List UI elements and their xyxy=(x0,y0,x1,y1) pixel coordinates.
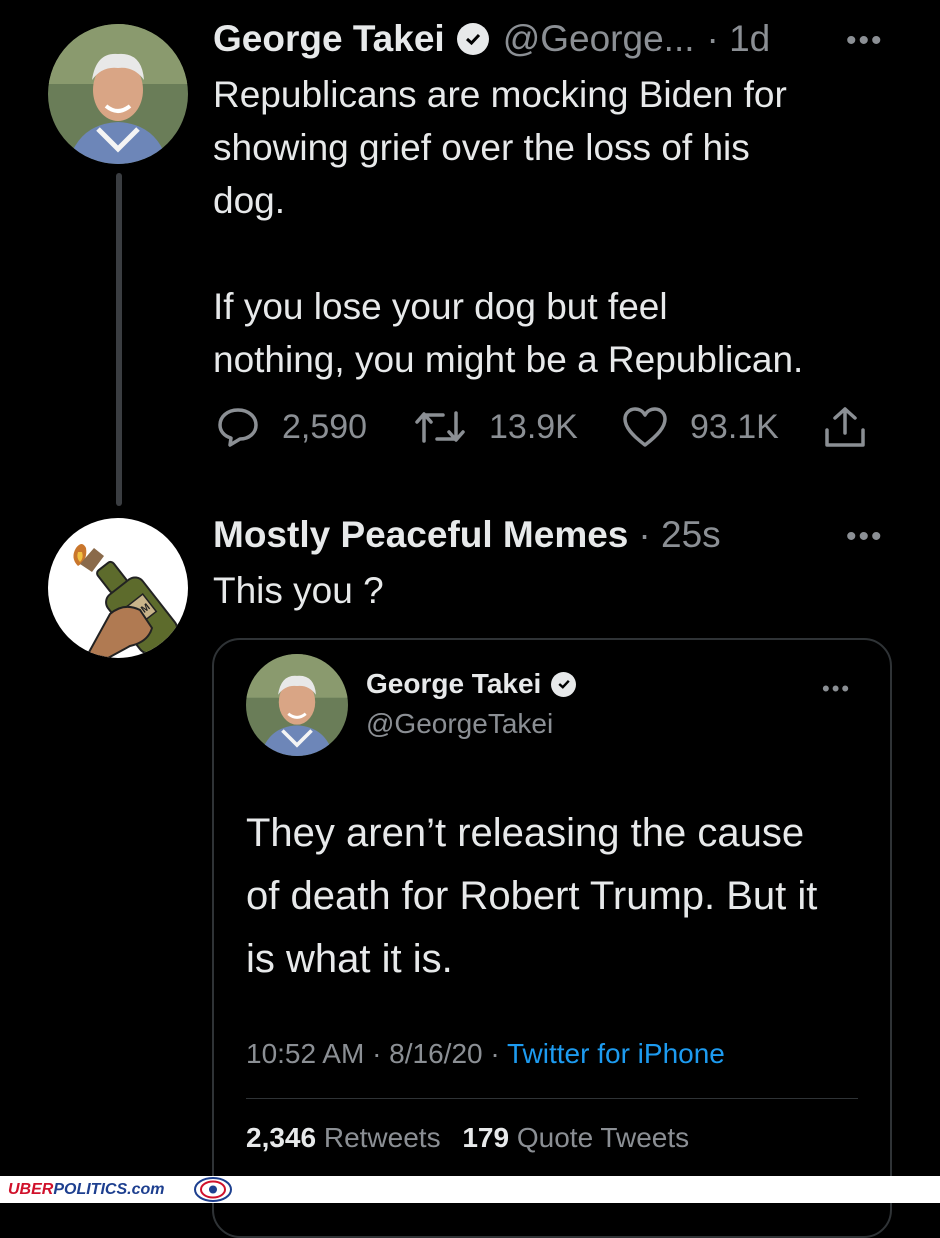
quoted-quote-count[interactable]: 179 xyxy=(462,1122,509,1153)
share-icon xyxy=(825,407,865,447)
quoted-author-handle[interactable]: @GeorgeTakei xyxy=(366,708,553,740)
reply-more-options-icon[interactable]: ••• xyxy=(846,520,884,554)
thread-line xyxy=(116,173,122,506)
reply-icon xyxy=(218,408,258,447)
verified-badge-icon xyxy=(456,23,489,55)
reply-count: 2,590 xyxy=(282,407,368,446)
quoted-text: They aren’t releasing the cause of death… xyxy=(246,802,876,991)
tweet-line: showing grief over the loss of his xyxy=(213,127,750,168)
reply-text: This you ? xyxy=(213,570,384,611)
avatar-mostly-peaceful-memes[interactable]: MPM xyxy=(48,518,188,658)
tweet-line: dog. xyxy=(213,180,286,221)
tweet-text: Republicans are mocking Biden for showin… xyxy=(213,68,913,386)
quoted-divider xyxy=(246,1098,858,1099)
quoted-timestamp[interactable]: 10:52 AM · 8/16/20 · xyxy=(246,1038,507,1069)
watermark-dotcom: .com xyxy=(127,1181,165,1198)
quoted-more-options-icon[interactable]: ••• xyxy=(822,676,851,702)
watermark-bar: UBERPOLITICS.com xyxy=(0,1176,940,1203)
quoted-retweet-label[interactable]: Retweets xyxy=(324,1122,441,1153)
reply-header: Mostly Peaceful Memes · 25s xyxy=(213,510,721,560)
avatar-image xyxy=(48,24,188,164)
watermark-uber: UBER xyxy=(8,1181,54,1198)
heart-icon xyxy=(623,407,667,447)
quoted-avatar-image xyxy=(246,654,348,756)
retweet-action[interactable]: 13.9K xyxy=(413,405,578,449)
tweet-line: nothing, you might be a Republican. xyxy=(213,339,804,380)
reply-time[interactable]: · 25s xyxy=(638,514,720,556)
quoted-avatar[interactable] xyxy=(246,654,348,756)
quoted-retweet-count[interactable]: 2,346 xyxy=(246,1122,316,1153)
retweet-count: 13.9K xyxy=(489,407,578,446)
like-action[interactable]: 93.1K xyxy=(622,405,779,449)
watermark-text: UBERPOLITICS.com xyxy=(8,1181,164,1199)
author-name[interactable]: George Takei xyxy=(213,18,445,60)
author-handle[interactable]: @George... xyxy=(503,18,695,60)
tweet-line: If you lose your dog but feel xyxy=(213,286,668,327)
quoted-line: of death for Robert Trump. But it xyxy=(246,874,818,918)
reply-author-name[interactable]: Mostly Peaceful Memes xyxy=(213,514,628,556)
quoted-line: is what it is. xyxy=(246,937,453,981)
quoted-author-name[interactable]: George Takei xyxy=(366,668,541,700)
quoted-stats: 2,346 Retweets 179 Quote Tweets xyxy=(246,1122,689,1154)
tweet-line: Republicans are mocking Biden for xyxy=(213,74,787,115)
more-options-icon[interactable]: ••• xyxy=(846,24,884,58)
watermark-logo-icon xyxy=(193,1177,233,1202)
share-button[interactable] xyxy=(822,405,868,456)
retweet-icon xyxy=(415,411,465,443)
reply-action[interactable]: 2,590 xyxy=(216,405,367,449)
quoted-header: George Takei xyxy=(366,668,577,700)
tweet-time[interactable]: · 1d xyxy=(707,18,771,60)
like-count: 93.1K xyxy=(690,407,779,446)
quoted-source-link[interactable]: Twitter for iPhone xyxy=(507,1038,725,1069)
tweet-header: George Takei @George... · 1d xyxy=(213,14,770,64)
quoted-verified-badge-icon xyxy=(551,671,577,697)
quoted-meta: 10:52 AM · 8/16/20 · Twitter for iPhone xyxy=(246,1038,725,1070)
quoted-line: They aren’t releasing the cause xyxy=(246,811,805,855)
avatar-george-takei[interactable] xyxy=(48,24,188,164)
quoted-quote-label[interactable]: Quote Tweets xyxy=(517,1122,689,1153)
molotov-avatar-image: MPM xyxy=(73,544,179,658)
watermark-politics: POLITICS xyxy=(53,1181,128,1198)
